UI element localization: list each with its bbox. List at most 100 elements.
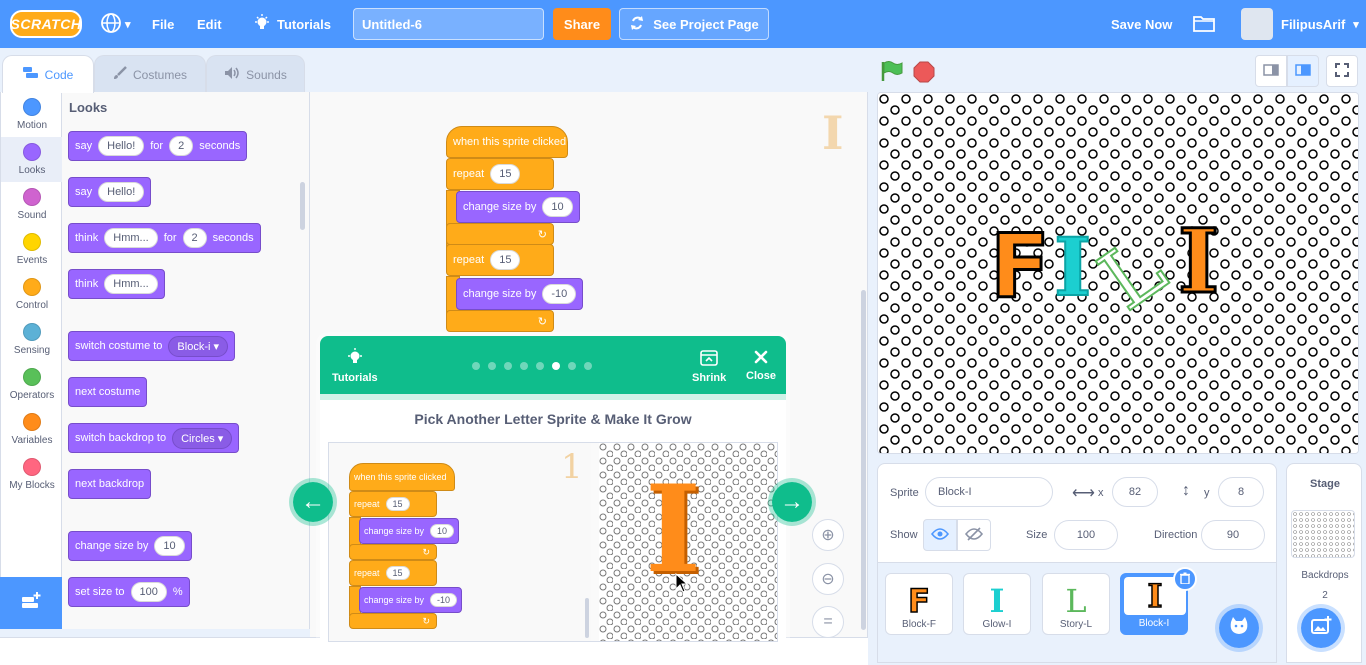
block-repeat-1[interactable]: repeat 15 — [446, 158, 554, 190]
save-now-button[interactable]: Save Now — [1111, 0, 1172, 48]
stage-sprite-block-f[interactable]: F — [988, 215, 1051, 318]
block-input[interactable]: 15 — [490, 250, 521, 270]
step-dot[interactable] — [552, 362, 560, 370]
add-backdrop-button[interactable] — [1297, 604, 1345, 652]
category-motion[interactable]: Motion — [1, 92, 63, 137]
size-input[interactable]: 100 — [1054, 520, 1118, 550]
zoom-out-button[interactable]: ⊖ — [812, 563, 844, 595]
step-dot[interactable] — [520, 362, 528, 370]
costume-dropdown[interactable]: Block-i ▾ — [168, 335, 229, 357]
add-sprite-button[interactable] — [1215, 604, 1263, 652]
backdrop-dropdown[interactable]: Circles ▾ — [172, 427, 233, 449]
block-next-backdrop[interactable]: next backdrop — [68, 469, 152, 499]
palette-scrollbar[interactable] — [300, 182, 305, 230]
block-text: switch costume to — [75, 340, 163, 352]
tab-code[interactable]: Code — [2, 55, 94, 93]
block-input[interactable]: Hello! — [98, 182, 145, 202]
block-repeat-2[interactable]: repeat 15 — [446, 244, 554, 276]
my-blocks-dot-icon — [23, 458, 41, 476]
step-dot[interactable] — [488, 362, 496, 370]
scratch-logo[interactable]: SCRATCH — [10, 10, 82, 38]
sprite-tile-block-f[interactable]: F Block-F — [885, 573, 953, 635]
my-stuff-button[interactable] — [1193, 0, 1215, 48]
project-title-input[interactable] — [353, 8, 544, 40]
account-menu[interactable]: FilipusArif ▾ — [1241, 0, 1359, 48]
block-input[interactable]: 10 — [154, 536, 185, 556]
close-button[interactable]: Close — [746, 350, 776, 382]
block-think[interactable]: think Hmm... — [68, 269, 165, 299]
show-hidden-button[interactable] — [957, 519, 991, 551]
zoom-in-button[interactable]: ⊕ — [812, 519, 844, 551]
category-variables[interactable]: Variables — [1, 407, 63, 452]
block-change-size[interactable]: change size by 10 — [68, 531, 192, 561]
sprite-tile-glow-i[interactable]: I Glow-I — [963, 573, 1031, 635]
shrink-button[interactable]: Shrink — [692, 350, 726, 384]
backdrop-thumbnail[interactable] — [1291, 510, 1355, 558]
step-dot[interactable] — [504, 362, 512, 370]
step-dot[interactable] — [536, 362, 544, 370]
block-switch-backdrop[interactable]: switch backdrop to Circles ▾ — [68, 423, 240, 453]
green-flag-button[interactable] — [880, 60, 904, 85]
large-stage-button[interactable] — [1287, 55, 1319, 87]
sprite-name-input[interactable] — [925, 477, 1053, 507]
cat-add-icon — [1228, 616, 1250, 641]
direction-input[interactable]: 90 — [1201, 520, 1265, 550]
file-menu[interactable]: File — [152, 0, 174, 48]
block-change-size-2[interactable]: change size by -10 — [456, 278, 584, 310]
stage-canvas[interactable]: F I L I — [877, 92, 1359, 454]
fullscreen-button[interactable] — [1326, 55, 1358, 87]
category-events[interactable]: Events — [1, 227, 63, 272]
block-text: say — [75, 140, 93, 152]
category-looks[interactable]: Looks — [1, 137, 63, 182]
show-visible-button[interactable] — [923, 519, 957, 551]
block-say-for-secs[interactable]: say Hello! for 2 seconds — [68, 131, 248, 161]
hat-when-sprite-clicked[interactable]: when this sprite clicked — [446, 126, 568, 158]
zoom-reset-button[interactable]: = — [812, 606, 844, 638]
y-input[interactable]: 8 — [1218, 477, 1264, 507]
category-label: Control — [15, 300, 49, 311]
block-say[interactable]: say Hello! — [68, 177, 152, 207]
block-input[interactable]: Hmm... — [104, 274, 158, 294]
stop-button[interactable] — [913, 61, 935, 86]
tutorial-next-button[interactable]: → — [768, 478, 816, 526]
stage-sprite-block-i[interactable]: I — [1176, 210, 1220, 313]
share-button[interactable]: Share — [553, 8, 611, 40]
block-switch-costume[interactable]: switch costume to Block-i ▾ — [68, 331, 236, 361]
step-dot[interactable] — [568, 362, 576, 370]
category-my-blocks[interactable]: My Blocks — [1, 452, 63, 497]
block-input[interactable]: Hello! — [98, 136, 145, 156]
edit-menu[interactable]: Edit — [197, 0, 222, 48]
tutorial-prev-button[interactable]: ← — [289, 478, 337, 526]
add-extension-button[interactable] — [0, 577, 62, 629]
block-change-size-1[interactable]: change size by 10 — [456, 191, 580, 223]
sprite-tile-story-l[interactable]: L Story-L — [1042, 573, 1110, 635]
block-input[interactable]: 15 — [490, 164, 521, 184]
step-dot[interactable] — [472, 362, 480, 370]
block-next-costume[interactable]: next costume — [68, 377, 148, 407]
category-control[interactable]: Control — [1, 272, 63, 317]
block-input[interactable]: 10 — [542, 197, 573, 217]
block-input[interactable]: -10 — [542, 284, 577, 304]
block-input[interactable]: 2 — [169, 136, 194, 156]
tutorials-menu[interactable]: Tutorials — [254, 0, 331, 48]
small-stage-button[interactable] — [1255, 55, 1287, 87]
tab-sounds[interactable]: Sounds — [206, 55, 305, 93]
stage-sprite-glow-i[interactable]: I — [1053, 217, 1092, 317]
block-set-size[interactable]: set size to 100 % — [68, 577, 190, 607]
delete-sprite-button[interactable] — [1173, 567, 1197, 591]
sprite-tile-label: Block-I — [1138, 618, 1170, 629]
block-input[interactable]: 2 — [182, 228, 207, 248]
language-menu[interactable]: ▾ — [100, 0, 131, 48]
block-input[interactable]: Hmm... — [104, 228, 158, 248]
workspace-scrollbar[interactable] — [861, 290, 866, 630]
step-dot[interactable] — [584, 362, 592, 370]
tutorials-button[interactable]: Tutorials — [332, 348, 378, 384]
category-sound[interactable]: Sound — [1, 182, 63, 227]
block-input[interactable]: 100 — [130, 582, 167, 602]
x-input[interactable]: 82 — [1112, 477, 1158, 507]
category-operators[interactable]: Operators — [1, 362, 63, 407]
see-project-page-button[interactable]: See Project Page — [619, 8, 769, 40]
block-think-for-secs[interactable]: think Hmm... for 2 seconds — [68, 223, 261, 253]
tab-costumes[interactable]: Costumes — [94, 55, 206, 93]
category-sensing[interactable]: Sensing — [1, 317, 63, 362]
